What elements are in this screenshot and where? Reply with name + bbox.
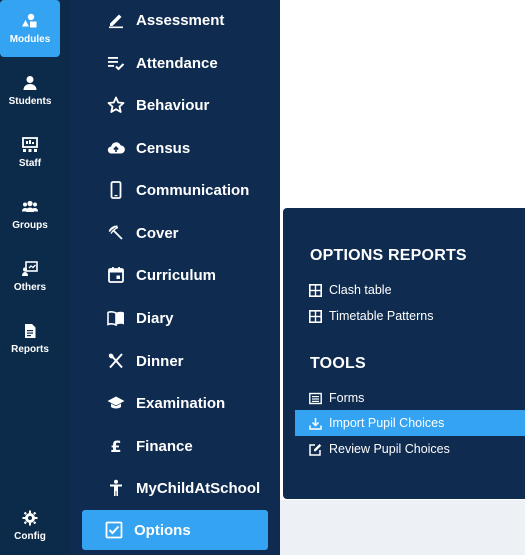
icon-rail: Modules Students Staff Groups Others Rep…	[0, 0, 70, 555]
module-label: Dinner	[136, 352, 184, 370]
module-item-cover[interactable]: Cover	[82, 213, 268, 253]
checklist-icon	[106, 53, 126, 73]
module-label: Communication	[136, 181, 250, 199]
module-item-examination[interactable]: Examination	[82, 383, 268, 423]
menu-item-label: Import Pupil Choices	[329, 416, 445, 430]
rail-label: Staff	[18, 157, 42, 169]
module-item-dinner[interactable]: Dinner	[82, 341, 268, 381]
rail-item-staff[interactable]: Staff	[0, 124, 60, 181]
module-item-curriculum[interactable]: Curriculum	[82, 255, 268, 295]
section-title-options-reports: OPTIONS REPORTS	[310, 247, 467, 264]
module-item-census[interactable]: Census	[82, 128, 268, 168]
rail-item-config[interactable]: Config	[0, 497, 60, 554]
checkbox-icon	[104, 520, 124, 540]
module-item-options[interactable]: Options	[82, 510, 268, 550]
umbrella-icon	[106, 223, 126, 243]
download-icon	[309, 416, 323, 430]
module-label: Examination	[136, 394, 226, 412]
menu-item-review-pupil-choices[interactable]: Review Pupil Choices	[295, 436, 525, 462]
staff-board-icon	[22, 136, 38, 152]
rail-item-reports[interactable]: Reports	[0, 310, 60, 367]
others-icon	[22, 260, 38, 276]
star-outline-icon	[106, 95, 126, 115]
menu-item-label: Review Pupil Choices	[329, 442, 450, 456]
module-label: Diary	[136, 309, 174, 327]
module-item-attendance[interactable]: Attendance	[82, 43, 268, 83]
menu-item-label: Forms	[329, 391, 365, 405]
menu-item-label: Clash table	[329, 283, 392, 297]
module-item-finance[interactable]: £ Finance	[82, 426, 268, 466]
modules-sidebar: Assessment Attendance Behaviour Census C…	[70, 0, 280, 555]
shapes-icon	[22, 13, 37, 27]
module-label: Behaviour	[136, 96, 210, 114]
rail-label: Reports	[11, 343, 49, 355]
phone-icon	[106, 180, 126, 200]
module-label: Cover	[136, 224, 179, 242]
pound-icon: £	[106, 436, 126, 456]
module-label: Census	[136, 139, 191, 157]
list-icon	[309, 391, 323, 405]
table-icon	[309, 309, 323, 323]
module-label: Curriculum	[136, 266, 217, 284]
rail-label: Others	[13, 281, 47, 293]
section-title-tools: TOOLS	[310, 355, 366, 372]
module-item-assessment[interactable]: Assessment	[82, 0, 268, 40]
menu-item-forms[interactable]: Forms	[295, 385, 525, 411]
module-label: MyChildAtSchool	[136, 479, 261, 497]
rail-item-others[interactable]: Others	[0, 248, 60, 305]
module-item-mychildatschool[interactable]: MyChildAtSchool	[82, 468, 268, 508]
child-icon	[106, 478, 126, 498]
rail-label: Groups	[12, 219, 48, 231]
menu-item-clash-table[interactable]: Clash table	[295, 277, 525, 303]
rail-item-groups[interactable]: Groups	[0, 186, 60, 243]
rail-label: Config	[14, 530, 46, 542]
menu-item-timetable-patterns[interactable]: Timetable Patterns	[295, 303, 525, 329]
options-flyout-menu: OPTIONS REPORTS Clash table Timetable Pa…	[283, 208, 525, 499]
rail-label: Modules	[9, 33, 51, 45]
module-label: Finance	[136, 437, 193, 455]
book-icon	[106, 308, 126, 328]
table-icon	[309, 283, 323, 297]
module-item-diary[interactable]: Diary	[82, 298, 268, 338]
gear-icon	[22, 510, 38, 525]
svg-text:£: £	[110, 437, 121, 455]
rail-item-students[interactable]: Students	[0, 62, 60, 119]
module-item-communication[interactable]: Communication	[82, 170, 268, 210]
content-footer-area	[280, 500, 525, 555]
graduation-cap-icon	[106, 393, 126, 413]
pencil-icon	[106, 10, 126, 30]
module-label: Assessment	[136, 11, 225, 29]
calendar-icon	[106, 265, 126, 285]
menu-item-label: Timetable Patterns	[329, 309, 434, 323]
edit-icon	[309, 442, 323, 456]
module-label: Options	[134, 521, 191, 539]
module-label: Attendance	[136, 54, 218, 72]
person-icon	[23, 75, 37, 90]
module-item-behaviour[interactable]: Behaviour	[82, 85, 268, 125]
groups-icon	[22, 200, 38, 212]
cloud-upload-icon	[106, 138, 126, 158]
rail-label: Students	[8, 95, 52, 107]
menu-item-import-pupil-choices[interactable]: Import Pupil Choices	[295, 410, 525, 436]
document-icon	[25, 323, 36, 338]
rail-item-modules[interactable]: Modules	[0, 0, 60, 57]
cutlery-icon	[106, 351, 126, 371]
